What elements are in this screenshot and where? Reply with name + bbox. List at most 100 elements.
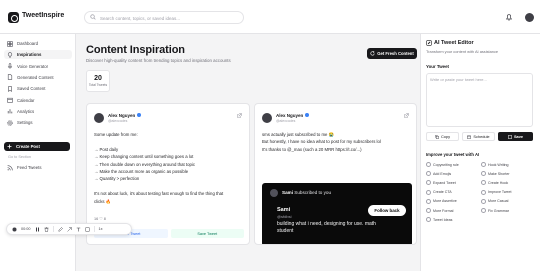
floating-toolbar: 00:00 1x (6, 223, 132, 235)
bookmark-icon (7, 85, 13, 92)
ai-tool-label: Expand Tweet (433, 180, 456, 185)
panel-title: AI Tweet Editor (434, 40, 474, 46)
sidebar-item-dashboard[interactable]: Dashboard (4, 39, 72, 48)
save-tweet-button[interactable]: Save Tweet (170, 229, 244, 238)
rss-icon (7, 164, 13, 171)
sidebar-item-calendar[interactable]: Calendar (4, 96, 72, 105)
square-icon[interactable] (85, 227, 90, 232)
ai-tool-label: Create Hook (488, 180, 509, 185)
embed-row-text: Subscribed to you (294, 190, 332, 195)
record-icon[interactable] (12, 227, 17, 232)
ai-tool-improve-tweet[interactable]: Improve Tweet (481, 189, 512, 195)
ai-tool-create-hook[interactable]: Create Hook (481, 180, 509, 186)
tweet-card: Alex Nguyen @alexcodes sms actually just… (254, 103, 417, 245)
schedule-button[interactable]: Schedule (462, 132, 495, 141)
ai-tool-label: Tweet Ideas (433, 217, 453, 222)
sparkle-icon (481, 208, 486, 213)
top-bar: TweetInspire (0, 0, 540, 34)
search-box[interactable] (84, 11, 244, 24)
avatar (94, 113, 104, 123)
tweet-line (94, 138, 244, 145)
ai-tool-label: Fix Grammar (488, 208, 509, 213)
sparkle-icon (426, 198, 431, 204)
embed-row-name: Sami (282, 190, 293, 195)
ai-tool-copywriting-rule[interactable]: Copywriting rule (426, 162, 459, 167)
copy-icon (435, 134, 439, 139)
ai-tool-expand-tweet[interactable]: Expand Tweet (426, 180, 456, 186)
get-fresh-content-label: Get Fresh Content (377, 51, 414, 56)
sidebar-item-label: Generated Content (17, 74, 54, 80)
ai-tool-add-emojis[interactable]: Add Emojis (426, 171, 451, 177)
external-link-icon[interactable] (237, 113, 242, 118)
refresh-icon (370, 51, 375, 56)
text-icon[interactable] (76, 227, 81, 232)
ai-tool-label: Copywriting rule (433, 162, 459, 167)
pen-icon[interactable] (57, 226, 63, 232)
panel-subtitle: Transform your content with AI assistanc… (426, 49, 499, 54)
sparkle-icon (426, 217, 431, 223)
sidebar-item-inspirations[interactable]: Inspirations (4, 50, 72, 60)
external-link-icon[interactable] (404, 113, 409, 118)
tweet-line: But honestly, I have no idea what to pos… (262, 139, 381, 145)
ai-tool-fix-grammar[interactable]: Fix Grammar (481, 208, 509, 213)
ai-editor-panel: AI Tweet Editor Transform your content w… (420, 34, 540, 271)
edit-icon (426, 40, 432, 46)
ai-tool-label: Create CTA (433, 190, 452, 195)
copy-button[interactable]: Copy (426, 132, 459, 141)
tweet-text: Some update from me: → Post daily → Keep c… (94, 131, 244, 205)
timer: 00:00 (21, 227, 31, 231)
verified-icon (305, 113, 309, 117)
sparkle-icon (426, 180, 431, 186)
tweet-input[interactable] (426, 73, 533, 127)
sidebar-item-label: Inspirations (17, 52, 42, 58)
page-title: Content Inspiration (86, 44, 185, 56)
ai-tool-more-casual[interactable]: More Casual (481, 198, 508, 204)
tweet-line: → Make the account more as organic as po… (94, 169, 189, 175)
pause-icon[interactable] (35, 227, 40, 232)
sparkle-icon (426, 162, 431, 167)
lightbulb-icon (7, 52, 13, 58)
stat-label: Total Tweets (88, 83, 108, 87)
create-post-label: Create Post (16, 144, 40, 149)
verified-icon (137, 113, 141, 117)
app-logo[interactable] (8, 12, 19, 23)
search-input[interactable] (100, 13, 240, 23)
zoom-level[interactable]: 1x (99, 227, 103, 231)
divider (52, 226, 54, 232)
save-button[interactable]: Save (498, 132, 533, 141)
sidebar-item-settings[interactable]: Settings (4, 118, 72, 127)
get-fresh-content-button[interactable]: Get Fresh Content (367, 48, 417, 59)
ai-tool-more-formal[interactable]: More Formal (426, 208, 453, 213)
ai-tool-label: More Assertive (433, 199, 457, 204)
follow-back-button: Follow back (368, 205, 406, 216)
ai-tool-hook-writing[interactable]: Hook Writing (481, 162, 509, 167)
sidebar-item-saved-content[interactable]: Saved Content (4, 84, 72, 93)
tweet-text: sms actually just subscribed to me 😭 But … (262, 131, 412, 153)
sidebar-item-analytics[interactable]: Analytics (4, 107, 72, 116)
page-subtitle: Discover high-quality content from trend… (86, 58, 231, 63)
sparkle-icon (426, 189, 431, 195)
ai-tool-make-shorter[interactable]: Make Shorter (481, 171, 510, 177)
trash-icon[interactable] (44, 226, 49, 232)
sidebar-item-voice-generator[interactable]: Voice Generator (4, 62, 72, 71)
tweet-line: → Post daily (94, 146, 119, 152)
bell-icon[interactable] (505, 13, 513, 21)
document-icon (7, 74, 13, 81)
sidebar-item-generated-content[interactable]: Generated Content (4, 73, 72, 82)
ai-tool-more-assertive[interactable]: More Assertive (426, 198, 457, 204)
author-name: Alex Nguyen (276, 113, 304, 118)
sidebar-item-label: Dashboard (17, 41, 39, 46)
ai-tool-create-cta[interactable]: Create CTA (426, 189, 452, 195)
embedded-image: Sami Subscribed to you Follow back Sami … (262, 183, 412, 244)
calendar-icon (467, 135, 472, 139)
embed-profile-bio: building what i need, designing for use.… (277, 221, 376, 234)
tweet-line: → Keep changing content until something … (94, 154, 194, 160)
sidebar-item-feed-tweets[interactable]: Feed Tweets (4, 163, 72, 172)
user-avatar[interactable] (525, 13, 534, 22)
divider (93, 226, 95, 232)
ai-tool-label: Hook Writing (488, 162, 509, 167)
arrow-icon[interactable] (66, 226, 72, 232)
embed-profile-handle: @sfdbsi (277, 214, 292, 219)
ai-tool-tweet-ideas[interactable]: Tweet Ideas (426, 217, 453, 223)
create-post-button[interactable]: Create Post (4, 142, 70, 151)
